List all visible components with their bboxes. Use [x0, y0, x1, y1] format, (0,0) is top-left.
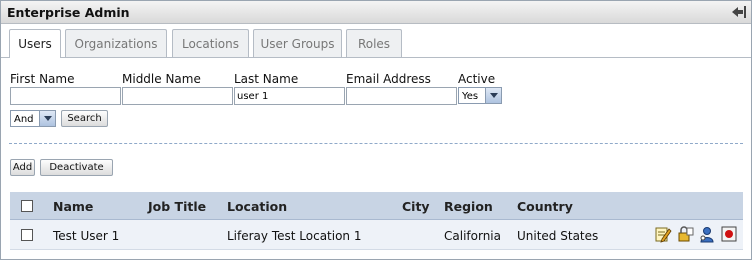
- cell-country: United States: [517, 229, 599, 243]
- middle-name-field[interactable]: [122, 87, 233, 105]
- column-header-city[interactable]: City: [402, 199, 430, 214]
- cell-location: Liferay Test Location 1: [227, 229, 362, 243]
- cell-region: California: [444, 229, 501, 243]
- separator: [9, 143, 743, 144]
- deactivate-icon[interactable]: [720, 225, 738, 243]
- middle-name-label: Middle Name: [122, 72, 201, 86]
- chevron-down-icon: [39, 111, 55, 126]
- tab-organizations[interactable]: Organizations: [65, 29, 167, 57]
- impersonate-user-icon[interactable]: [698, 225, 716, 243]
- active-label: Active: [458, 72, 496, 86]
- search-button[interactable]: Search: [61, 110, 108, 127]
- column-header-country[interactable]: Country: [517, 199, 573, 214]
- last-name-label: Last Name: [234, 72, 299, 86]
- add-button[interactable]: Add: [10, 159, 35, 176]
- and-or-select[interactable]: And: [10, 110, 56, 127]
- users-table: Name Job Title Location City Region Coun…: [10, 192, 743, 250]
- deactivate-button[interactable]: Deactivate: [40, 159, 113, 176]
- first-name-field[interactable]: [10, 87, 121, 105]
- column-header-location[interactable]: Location: [227, 199, 287, 214]
- enterprise-admin-portlet: Enterprise Admin Users Organizations Loc…: [0, 0, 752, 260]
- table-row: Test User 1 Liferay Test Location 1 Cali…: [10, 220, 743, 250]
- row-checkbox[interactable]: [21, 229, 33, 241]
- tabs-divider: [1, 57, 751, 58]
- column-header-region[interactable]: Region: [444, 199, 493, 214]
- chevron-down-icon: [485, 88, 501, 103]
- active-select[interactable]: Yes: [458, 87, 502, 104]
- tab-locations[interactable]: Locations: [172, 29, 249, 57]
- portlet-titlebar: Enterprise Admin: [1, 1, 751, 24]
- first-name-label: First Name: [10, 72, 75, 86]
- back-arrow-icon[interactable]: [731, 5, 747, 19]
- last-name-field[interactable]: [234, 87, 345, 105]
- tab-user-groups[interactable]: User Groups: [253, 29, 342, 57]
- table-header: Name Job Title Location City Region Coun…: [10, 192, 743, 220]
- email-address-field[interactable]: [346, 87, 457, 105]
- edit-icon[interactable]: [654, 225, 672, 243]
- cell-name[interactable]: Test User 1: [53, 229, 119, 243]
- select-all-checkbox[interactable]: [21, 200, 33, 212]
- permissions-icon[interactable]: [676, 225, 694, 243]
- column-header-job-title[interactable]: Job Title: [148, 199, 206, 214]
- active-select-value: Yes: [462, 91, 479, 102]
- portlet-title: Enterprise Admin: [7, 5, 130, 20]
- email-address-label: Email Address: [346, 72, 431, 86]
- tab-roles[interactable]: Roles: [346, 29, 402, 57]
- tab-users[interactable]: Users: [9, 29, 61, 58]
- tab-bar: Users Organizations Locations User Group…: [9, 29, 743, 58]
- column-header-name[interactable]: Name: [53, 199, 93, 214]
- and-or-select-value: And: [14, 114, 34, 125]
